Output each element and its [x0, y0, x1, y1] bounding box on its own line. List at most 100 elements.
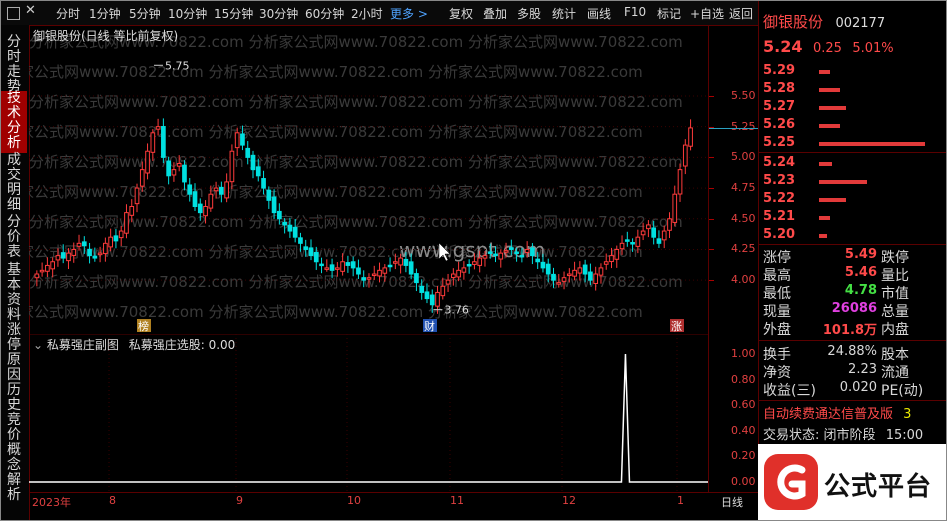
center-watermark: www.gspt.com — [399, 238, 545, 262]
orderbook-divider — [759, 152, 946, 153]
axis-tick — [709, 188, 714, 190]
quote-panel: 御银股份 002177 5.24 0.25 5.01% 5.29 5.28 5.27… — [758, 1, 946, 520]
axis-tick — [709, 95, 714, 97]
tab-15min[interactable]: 15分钟 — [214, 5, 253, 22]
f10-button[interactable]: F10 — [624, 5, 646, 19]
sidebar-item-history-auction[interactable]: 历史竞价 — [1, 383, 27, 445]
sell-price[interactable]: 5.28 — [763, 81, 795, 96]
stat-label: 外盘 — [763, 322, 791, 338]
date-label: 10 — [347, 494, 361, 507]
candlestick-chart[interactable]: 分析家公式网www.70822.com 分析家公式网www.70822.com … — [1, 25, 708, 333]
tab-5min[interactable]: 5分钟 — [129, 5, 161, 22]
indicator-title: ⌄ 私募强庄副图 私募强庄选股: 0.00 — [33, 336, 235, 353]
tab-10min[interactable]: 10分钟 — [168, 5, 207, 22]
price-change: 0.25 — [812, 41, 842, 56]
event-marker-label: 涨 — [671, 320, 682, 333]
tab-intraday[interactable]: 分时 — [56, 5, 80, 22]
sell-price[interactable]: 5.27 — [763, 99, 795, 114]
sell-price[interactable]: 5.29 — [763, 63, 795, 78]
stat-label: 涨停 — [763, 250, 791, 266]
draw-line-button[interactable]: 画线 — [587, 5, 611, 22]
add-watchlist-button[interactable]: +自选 — [690, 5, 724, 22]
stats-button[interactable]: 统计 — [552, 5, 576, 22]
buy-volume-bar — [819, 234, 827, 238]
back-button[interactable]: 返回 — [729, 5, 753, 22]
sidebar-item-price-table[interactable]: 分价表 — [1, 215, 27, 263]
buy-volume-bar — [819, 180, 867, 184]
candle — [688, 119, 693, 151]
candle — [224, 173, 229, 203]
price-axis-label: 4.75 — [731, 181, 756, 195]
price-axis-label: 5.25 — [731, 119, 756, 133]
candle — [145, 143, 150, 180]
stat-label: 最高 — [763, 268, 791, 284]
candle — [124, 204, 129, 239]
stat-label: 收益(三) — [763, 383, 816, 399]
candle — [656, 230, 662, 248]
date-label: 12 — [562, 494, 576, 507]
price-axis: 5.50 5.25 5.00 4.75 4.50 4.25 4.00 1.00 0.80 0.60… — [708, 25, 759, 492]
indicator-value: 私募强庄选股: 0.00 — [128, 338, 236, 352]
stat-row: 外盘 101.8万 内盘 — [763, 319, 943, 338]
watermark-text: 分析家公式网www.70822.com 分析家公式网www.70822.com … — [29, 123, 643, 141]
sell-price[interactable]: 5.25 — [763, 135, 795, 150]
stat-row: 现量 26086 总量 — [763, 301, 943, 320]
tab-2hour[interactable]: 2小时 — [351, 5, 383, 22]
price-axis-label: 4.25 — [731, 242, 756, 256]
stat-value: 5.49 — [844, 247, 877, 262]
stat-label: 总量 — [881, 304, 909, 320]
sidebar-item-concept[interactable]: 概念解析 — [1, 443, 27, 505]
event-marker-label: 财 — [424, 319, 435, 333]
notice-row[interactable]: 自动续费通达信普及版 3 — [763, 403, 943, 422]
axis-tick — [709, 249, 714, 251]
sidebar-item-intraday[interactable]: 分时走势 — [1, 35, 27, 97]
candle — [672, 185, 678, 227]
indicator-axis-label: 0.80 — [731, 372, 756, 386]
tab-1min[interactable]: 1分钟 — [89, 5, 121, 22]
close-icon[interactable]: ✕ — [25, 3, 36, 18]
price-axis-label: 5.00 — [731, 150, 756, 164]
indicator-axis-label: 0.20 — [731, 449, 756, 463]
stat-value: 0.020 — [839, 380, 877, 395]
stock-header: 御银股份 002177 — [763, 11, 943, 31]
buy-price[interactable]: 5.22 — [763, 191, 795, 206]
candle — [166, 156, 171, 185]
buy-price[interactable]: 5.20 — [763, 227, 795, 242]
buy-price[interactable]: 5.23 — [763, 173, 795, 188]
stat-label: 股本 — [881, 347, 909, 363]
buy-price[interactable]: 5.21 — [763, 209, 795, 224]
renew-notice[interactable]: 自动续费通达信普及版 — [763, 407, 893, 422]
indicator-axis-label: 0.00 — [731, 475, 756, 488]
logo-text: 公式平台 — [824, 472, 933, 502]
sidebar-item-technical[interactable]: 技术分析 — [1, 91, 27, 153]
window-control-icon[interactable] — [7, 7, 20, 20]
candle — [324, 259, 330, 272]
indicator-axis-label: 0.40 — [731, 423, 756, 437]
mark-button[interactable]: 标记 — [657, 5, 681, 22]
overlay-button[interactable]: 叠加 — [483, 5, 507, 22]
watermark-text: 分析家公式网www.70822.com 分析家公式网www.70822.com … — [29, 153, 683, 171]
stat-label: 跌停 — [881, 250, 909, 266]
sidebar: 分时走势 技术分析 成交明细 分价表 基本资料 涨停原因 历史竞价 概念解析 — [1, 25, 30, 520]
indicator-chart[interactable]: ⌄ 私募强庄副图 私募强庄选股: 0.00 — [29, 333, 708, 492]
sidebar-item-profile[interactable]: 基本资料 — [1, 263, 27, 325]
buy-price[interactable]: 5.24 — [763, 155, 795, 170]
adjust-button[interactable]: 复权 — [449, 5, 473, 22]
stat-row: 净资 2.23 流通 — [763, 362, 943, 381]
trade-status-label: 交易状态: — [763, 428, 820, 443]
orderbook-divider — [759, 244, 946, 245]
more-button[interactable]: 更多 > — [390, 5, 428, 22]
candle — [677, 163, 683, 202]
collapse-icon[interactable]: ⌄ — [33, 338, 43, 352]
tab-60min[interactable]: 60分钟 — [305, 5, 344, 22]
stat-label: 净资 — [763, 365, 791, 381]
price-row: 5.24 0.25 5.01% — [763, 37, 943, 56]
sidebar-item-limitup-reason[interactable]: 涨停原因 — [1, 323, 27, 385]
chart-title: 御银股份(日线 等比前复权) — [33, 29, 179, 43]
sidebar-item-trades[interactable]: 成交明细 — [1, 153, 27, 215]
stat-row: 最高 5.46 量比 — [763, 265, 943, 284]
sell-price[interactable]: 5.26 — [763, 117, 795, 132]
multi-stock-button[interactable]: 多股 — [517, 5, 541, 22]
tab-30min[interactable]: 30分钟 — [259, 5, 298, 22]
buy-volume-bar — [819, 198, 846, 202]
